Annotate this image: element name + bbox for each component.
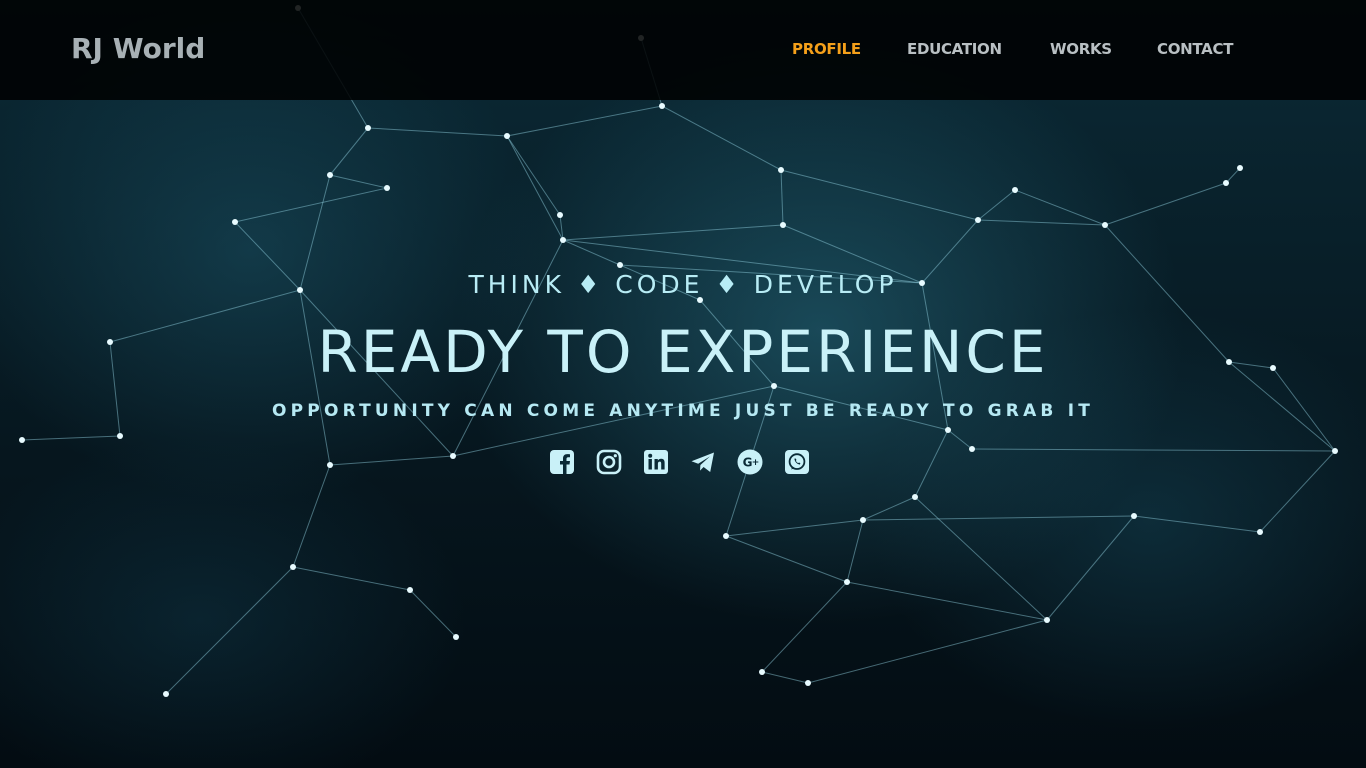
google-plus-icon: G + [737,449,763,475]
hero-headline: READY TO EXPERIENCE [317,318,1049,386]
hero-section: THINK ♦ CODE ♦ DEVELOP READY TO EXPERIEN… [0,0,1366,768]
svg-text:+: + [752,458,760,468]
linkedin-link[interactable] [642,448,670,476]
facebook-icon [550,450,574,474]
linkedin-icon [644,450,668,474]
instagram-icon [596,449,622,475]
whatsapp-icon [785,450,809,474]
instagram-link[interactable] [595,448,623,476]
facebook-link[interactable] [548,448,576,476]
telegram-link[interactable] [689,448,717,476]
hero-subline: OPPORTUNITY CAN COME ANYTIME JUST BE REA… [271,401,1095,421]
google-plus-link[interactable]: G + [736,448,764,476]
whatsapp-link[interactable] [783,448,811,476]
telegram-icon [691,452,714,472]
hero-tagline: THINK ♦ CODE ♦ DEVELOP [468,270,898,299]
